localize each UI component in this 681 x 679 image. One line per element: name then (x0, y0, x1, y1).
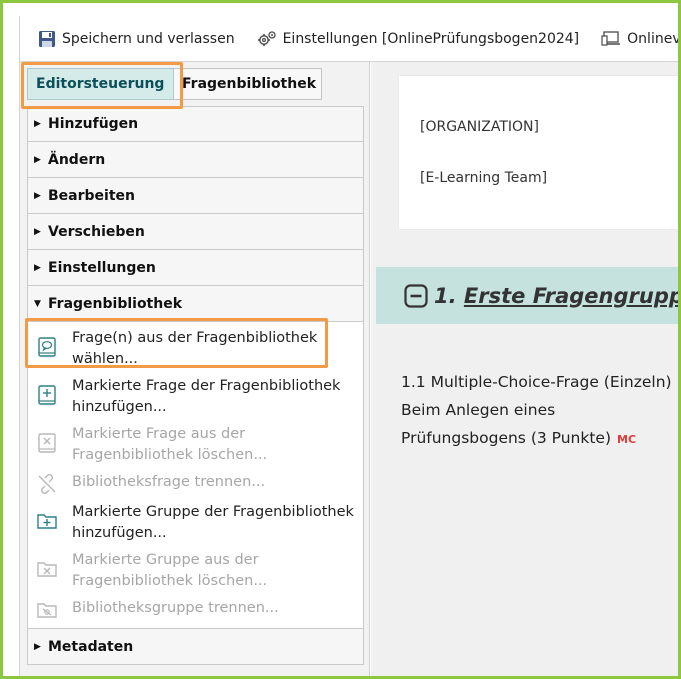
item-line-2: wählen... (72, 351, 138, 367)
save-and-exit-button[interactable]: Speichern und verlassen (20, 24, 245, 54)
caret-right-icon: ▶ (34, 154, 41, 165)
item-line-1: Markierte Frage aus der (72, 426, 246, 442)
section-label: Hinzufügen (48, 116, 139, 132)
mc-badge: MC (617, 433, 637, 446)
item-line-1: Markierte Gruppe der Fragenbibliothek (72, 504, 354, 520)
remove-group-from-library-item[interactable]: Markierte Gruppe aus der Fragenbibliothe… (28, 546, 363, 594)
question-title: 1.1 Multiple-Choice-Frage (Einzeln) (401, 373, 672, 391)
caret-right-icon: ▶ (34, 190, 41, 201)
section-fragenbibliothek[interactable]: ▼ Fragenbibliothek (27, 286, 364, 322)
unlink-icon (38, 474, 56, 494)
add-group-to-library-item[interactable]: Markierte Gruppe der Fragenbibliothek hi… (28, 498, 363, 546)
add-to-book-icon (38, 385, 56, 405)
tab-fragenbibliothek[interactable]: Fragenbibliothek (174, 68, 322, 100)
caret-right-icon: ▶ (34, 226, 41, 237)
unlink-library-group-item[interactable]: Bibliotheksgruppe trennen... (28, 594, 363, 624)
item-line-1: Frage(n) aus der Fragenbibliothek (72, 330, 318, 346)
unlink-folder-icon (37, 603, 57, 618)
add-question-to-library-item[interactable]: Markierte Frage der Fragenbibliothek hin… (28, 372, 363, 420)
section-einstellungen[interactable]: ▶ Einstellungen (27, 250, 364, 286)
tab-fragenbibliothek-label: Fragenbibliothek (182, 76, 317, 92)
section-hinzufuegen[interactable]: ▶ Hinzufügen (27, 106, 364, 142)
panel-tabs: Editorsteuerung Fragenbibliothek (27, 68, 322, 100)
caret-right-icon: ▶ (34, 262, 41, 273)
caret-down-icon: ▼ (34, 298, 41, 309)
online-preview-label: Onlinevo (627, 30, 681, 47)
item-line-2: hinzufügen... (72, 525, 167, 541)
section-label: Fragenbibliothek (48, 295, 183, 312)
section-label: Bearbeiten (48, 187, 135, 204)
section-label: Einstellungen (48, 259, 156, 276)
header-card: [ORGANIZATION] [E-Learning Team] (399, 76, 681, 229)
fragenbibliothek-items: Frage(n) aus der Fragenbibliothek wählen… (27, 322, 364, 629)
item-line-1: Markierte Gruppe aus der (72, 552, 259, 568)
add-folder-icon (37, 514, 57, 529)
online-preview-button[interactable]: Onlinevo (589, 24, 681, 54)
item-line-1: Bibliotheksfrage trennen... (72, 474, 266, 490)
save-icon (39, 30, 55, 47)
section-bearbeiten[interactable]: ▶ Bearbeiten (27, 178, 364, 214)
accordion: ▶ Hinzufügen ▶ Ändern ▶ Bearbeiten ▶ Ver… (27, 106, 364, 665)
editor-canvas: [ORGANIZATION] [E-Learning Team] 1. Erst… (371, 62, 681, 676)
settings-button[interactable]: Einstellungen [OnlinePrüfungsbogen2024] (245, 24, 590, 54)
devices-icon (601, 30, 621, 46)
section-label: Ändern (48, 151, 106, 168)
section-verschieben[interactable]: ▶ Verschieben (27, 214, 364, 250)
remove-question-from-library-item[interactable]: Markierte Frage aus der Fragenbibliothek… (28, 420, 363, 468)
item-line-2: hinzufügen... (72, 399, 167, 415)
caret-right-icon: ▶ (34, 119, 41, 129)
toolbar: Speichern und verlassen Einstellungen [O… (19, 16, 681, 62)
remove-folder-icon (37, 562, 57, 577)
question-book-icon (38, 337, 56, 357)
item-line-1: Markierte Frage der Fragenbibliothek (72, 378, 341, 394)
team-text: [E-Learning Team] (420, 170, 548, 186)
item-line-2: Fragenbibliothek löschen... (72, 447, 268, 463)
section-label: Metadaten (48, 638, 134, 655)
section-metadaten[interactable]: ▶ Metadaten (27, 629, 364, 665)
group-name[interactable]: Erste Fragengruppe (464, 284, 681, 308)
group-number: 1. (434, 283, 457, 308)
item-line-1: Bibliotheksgruppe trennen... (72, 600, 279, 616)
group-title: 1. Erste Fragengruppe (434, 284, 681, 308)
tab-editorsteuerung-label: Editorsteuerung (36, 76, 165, 92)
section-label: Verschieben (48, 223, 145, 240)
unlink-library-question-item[interactable]: Bibliotheksfrage trennen... (28, 468, 363, 498)
collapse-icon[interactable] (404, 283, 428, 308)
caret-right-icon: ▶ (34, 641, 41, 652)
question-entry[interactable]: 1.1 Multiple-Choice-Frage (Einzeln) Beim… (401, 368, 672, 454)
gears-icon (257, 30, 276, 46)
editor-control-panel: Editorsteuerung Fragenbibliothek ▶ Hinzu… (19, 62, 370, 676)
remove-from-book-icon (38, 433, 56, 453)
organization-text: [ORGANIZATION] (420, 119, 539, 135)
select-from-library-item[interactable]: Frage(n) aus der Fragenbibliothek wählen… (28, 324, 363, 372)
question-group-header[interactable]: 1. Erste Fragengruppe (376, 267, 681, 324)
section-aendern[interactable]: ▶ Ändern (27, 142, 364, 178)
item-line-2: Fragenbibliothek löschen... (72, 573, 268, 589)
save-and-exit-label: Speichern und verlassen (62, 30, 235, 47)
settings-label: Einstellungen [OnlinePrüfungsbogen2024] (282, 30, 580, 47)
question-text-line-1: Beim Anlegen eines (401, 401, 556, 419)
tab-editorsteuerung[interactable]: Editorsteuerung (27, 68, 174, 100)
question-text-line-2: Prüfungsbogens (3 Punkte) (401, 429, 612, 447)
